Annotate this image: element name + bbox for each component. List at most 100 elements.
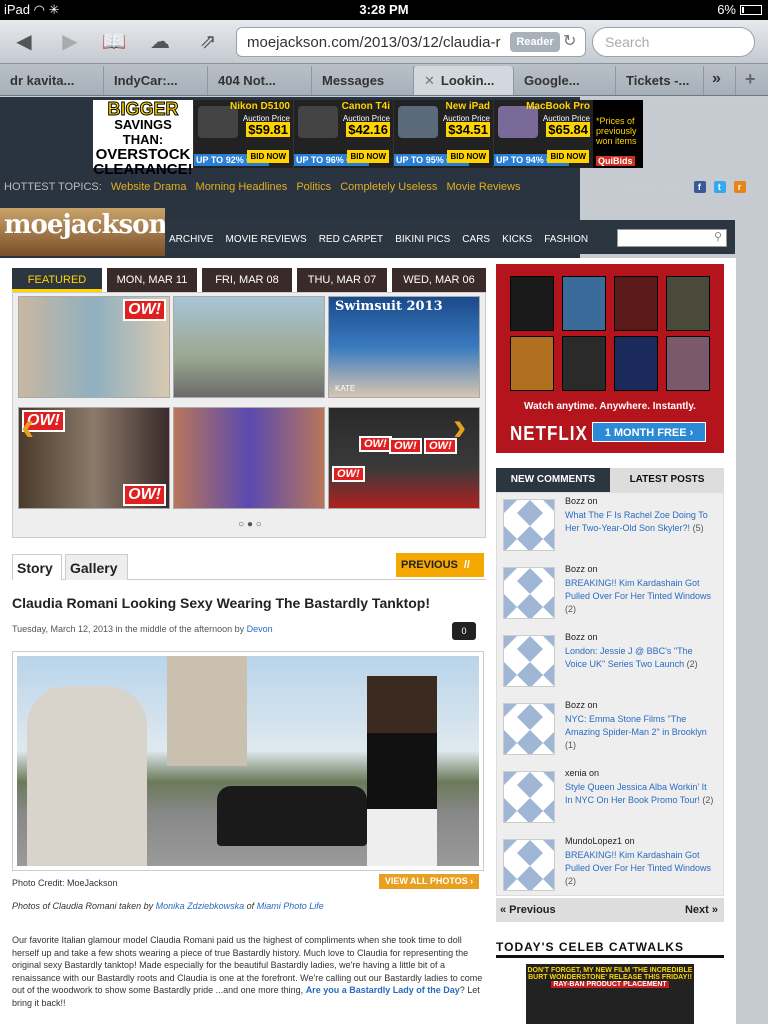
carousel-dots[interactable]: ○ ● ○ [13,519,487,530]
article-photo[interactable] [12,651,484,871]
avatar [503,635,555,687]
comment-post-link[interactable]: BREAKING!! Kim Kardashain Got Pulled Ove… [565,849,715,888]
topic-link[interactable]: Website Drama [111,181,187,193]
bookmarks-icon[interactable]: 📖 [100,29,128,55]
reader-button[interactable]: Reader [510,32,560,52]
carousel-image[interactable]: OW! OW! [18,407,170,509]
topic-link[interactable]: Politics [296,181,331,193]
tab-gallery[interactable]: Gallery [65,554,128,580]
ad-product[interactable]: New iPad Auction Price $34.51 UP TO 95% … [393,100,493,168]
rss-icon[interactable]: r [733,181,746,193]
tab-item[interactable]: Messages [312,66,414,95]
author-link[interactable]: Devon [247,624,273,634]
nav-archive[interactable]: ARCHIVE [165,220,218,245]
ad-product[interactable]: Canon T4i Auction Price $42.16 UP TO 96%… [293,100,393,168]
previous-button[interactable]: PREVIOUS// [396,553,484,577]
reload-icon[interactable]: ↻ [563,31,576,51]
photo-building [167,656,247,766]
comment-post-link[interactable]: Style Queen Jessica Alba Workin' It In N… [565,781,715,807]
tab-new-comments[interactable]: NEW COMMENTS [496,468,610,492]
tab-date[interactable]: FRI, MAR 08 [202,268,292,292]
nav-cars[interactable]: CARS [458,220,495,245]
icloud-icon[interactable]: ☁ [146,29,174,55]
comment-post-link[interactable]: BREAKING!! Kim Kardashain Got Pulled Ove… [565,577,715,616]
comment-item[interactable]: Bozz on NYC: Emma Stone Films "The Amazi… [501,699,721,765]
close-tab-icon[interactable]: ✕ [424,73,435,88]
tab-story[interactable]: Story [12,554,62,580]
topic-link[interactable]: Completely Useless [340,181,437,193]
bid-now-button[interactable]: BID NOW [547,150,589,163]
comments-next-link[interactable]: Next » [685,904,718,916]
tab-latest-posts[interactable]: LATEST POSTS [610,468,724,492]
carousel-next-icon[interactable]: › [453,405,466,450]
tab-date[interactable]: WED, MAR 06 [392,268,486,292]
ad-intro: BIGGER SAVINGS THAN: OVERSTOCK CLEARANCE… [93,100,193,177]
comment-post-link[interactable]: NYC: Emma Stone Films "The Amazing Spide… [565,713,715,752]
nav-fashion[interactable]: FASHION [540,220,593,245]
carousel-prev-icon[interactable]: ‹ [21,405,34,450]
comment-item[interactable]: Bozz on What The F Is Rachel Zoe Doing T… [501,495,721,561]
comment-item[interactable]: Bozz on London: Jessie J @ BBC's "The Vo… [501,631,721,697]
bid-now-button[interactable]: BID NOW [347,150,389,163]
carousel-image[interactable] [173,407,325,509]
tab-item[interactable]: 404 Not... [208,66,312,95]
article-title: Claudia Romani Looking Sexy Wearing The … [12,595,430,611]
comment-count-badge[interactable]: 0 [452,622,476,640]
tab-item[interactable]: dr kavita... [0,66,104,95]
comment-item[interactable]: MundoLopez1 on BREAKING!! Kim Kardashain… [501,835,721,901]
carousel-image[interactable] [173,296,325,398]
more-tabs-icon[interactable]: » [704,66,736,95]
nav-kicks[interactable]: KICKS [498,220,537,245]
body-link[interactable]: Are you a Bastardly Lady of the Day [306,985,460,995]
photo-credit: Photo Credit: MoeJackson [12,878,118,888]
ow-badge: OW! [123,299,166,321]
tab-item[interactable]: IndyCar:... [104,66,208,95]
studio-link[interactable]: Miami Photo Life [257,901,324,911]
comment-author: Bozz on [565,496,598,506]
photographer-link[interactable]: Monika Zdziebkowska [156,901,245,911]
share-icon[interactable]: ⇗ [194,29,222,55]
quibids-ad-banner[interactable]: BIGGER SAVINGS THAN: OVERSTOCK CLEARANCE… [93,100,643,177]
facebook-icon[interactable]: f [693,181,706,193]
catwalk-image[interactable]: DON'T FORGET, MY NEW FILM 'THE INCREDIBL… [526,964,694,1024]
tab-date[interactable]: THU, MAR 07 [297,268,387,292]
carousel-image[interactable]: Swimsuit 2013 KATE [328,296,480,398]
comment-post-link[interactable]: London: Jessie J @ BBC's "The Voice UK" … [565,645,715,671]
forward-icon[interactable]: ▶ [56,29,84,55]
nav-bikini-pics[interactable]: BIKINI PICS [391,220,455,245]
view-all-photos-button[interactable]: VIEW ALL PHOTOS › [379,874,479,889]
comment-author: MundoLopez1 on [565,836,635,846]
bid-now-button[interactable]: BID NOW [247,150,289,163]
avatar [503,703,555,755]
site-search-input[interactable]: ⚲ [617,229,727,247]
new-tab-button[interactable]: + [736,66,768,95]
carousel-image[interactable]: OW! [18,296,170,398]
search-icon: ⚲ [713,231,722,243]
tab-item-active[interactable]: ✕ Lookin... [414,66,514,95]
back-icon[interactable]: ◀ [10,29,38,55]
site-logo[interactable]: moejackson [0,208,167,256]
tab-date[interactable]: MON, MAR 11 [107,268,197,292]
poster [562,336,606,391]
ad-product[interactable]: Nikon D5100 Auction Price $59.81 UP TO 9… [193,100,293,168]
tab-featured[interactable]: FEATURED [12,268,102,292]
product-name: Nikon D5100 [229,101,290,112]
netflix-ad[interactable]: Watch anytime. Anywhere. Instantly. NETF… [496,264,724,453]
netflix-free-button[interactable]: 1 MONTH FREE › [592,422,706,442]
bid-now-button[interactable]: BID NOW [447,150,489,163]
tab-item[interactable]: Tickets -... [616,66,704,95]
comment-post-link[interactable]: What The F Is Rachel Zoe Doing To Her Tw… [565,509,715,535]
nav-movie-reviews[interactable]: MOVIE REVIEWS [222,220,312,245]
twitter-icon[interactable]: t [713,181,726,193]
tab-item[interactable]: Google... [514,66,616,95]
comment-item[interactable]: Bozz on BREAKING!! Kim Kardashain Got Pu… [501,563,721,629]
photo-image [17,656,479,866]
comments-prev-link[interactable]: « Previous [500,904,556,916]
search-input[interactable]: Search [592,27,755,57]
topic-link[interactable]: Movie Reviews [446,181,520,193]
comment-item[interactable]: xenia on Style Queen Jessica Alba Workin… [501,767,721,833]
nav-red-carpet[interactable]: RED CARPET [315,220,388,245]
clock: 3:28 PM [359,2,409,17]
topic-link[interactable]: Morning Headlines [196,181,288,193]
ad-product[interactable]: MacBook Pro Auction Price $65.84 UP TO 9… [493,100,593,168]
